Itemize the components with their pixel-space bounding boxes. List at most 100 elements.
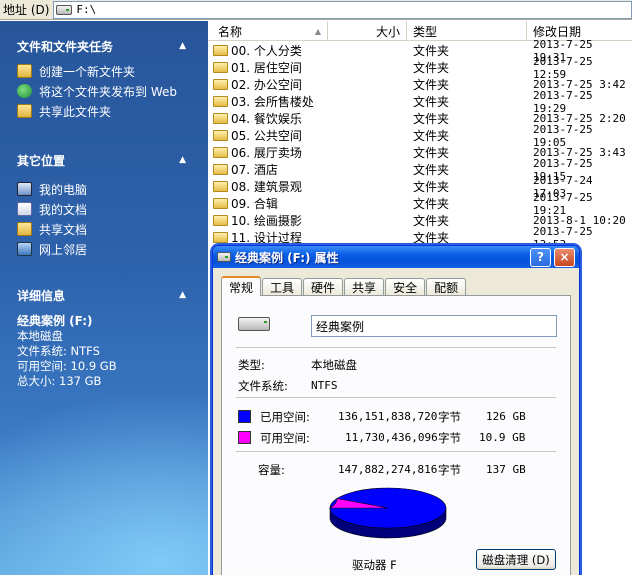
list-item[interactable]: 11. 设计过程 文件夹 2013-7-25 13:53: [208, 225, 632, 251]
place-label: 我的文档: [39, 202, 88, 217]
dialog-titlebar[interactable]: 经典案例 (F:) 属性 ? ×: [213, 246, 579, 268]
item-name: 06. 展厅卖场: [231, 146, 302, 160]
task-label: 将这个文件夹发布到 Web: [39, 84, 177, 99]
place-my-computer[interactable]: 我的电脑: [0, 179, 208, 199]
drive-label: 驱动器 F: [352, 558, 397, 572]
tab-sharing[interactable]: 共享: [344, 278, 385, 296]
free-label: 可用空间:: [260, 431, 310, 445]
close-button[interactable]: ×: [554, 247, 575, 267]
item-type: 文件夹: [413, 146, 450, 160]
task-pane: 文件和文件夹任务 ▲ 创建一个新文件夹 将这个文件夹发布到 Web 共享此文件夹…: [0, 21, 208, 575]
details-total-size: 总大小: 137 GB: [17, 374, 102, 388]
item-type: 文件夹: [413, 180, 450, 194]
folder-icon: [213, 164, 228, 175]
details-header[interactable]: 详细信息 ▲: [0, 282, 208, 308]
address-label: 地址 (D): [3, 3, 50, 17]
disk-cleanup-button[interactable]: 磁盘清理 (D): [476, 549, 556, 570]
dialog-title: 经典案例 (F:) 属性: [235, 250, 339, 265]
other-places-title: 其它位置: [17, 153, 66, 168]
help-button[interactable]: ?: [530, 247, 551, 267]
column-size-label: 大小: [375, 24, 400, 39]
item-name: 00. 个人分类: [231, 44, 302, 58]
item-name: 01. 居住空间: [231, 61, 302, 75]
details-drive-name: 经典案例 (F:): [17, 314, 93, 328]
collapse-chevron-icon[interactable]: ▲: [179, 290, 186, 300]
volume-name-input[interactable]: 经典案例: [311, 315, 557, 337]
list-item[interactable]: 01. 居住空间 文件夹 2013-7-25 12:59: [208, 55, 632, 81]
separator: [236, 451, 556, 452]
folder-icon: [213, 147, 228, 158]
item-type: 文件夹: [413, 78, 450, 92]
used-unit: 字节: [438, 410, 461, 424]
details-drive-type: 本地磁盘: [17, 329, 63, 343]
share-folder-icon: [17, 104, 32, 118]
used-space-swatch: [238, 410, 251, 423]
address-bar: 地址 (D) F:\: [0, 0, 632, 20]
column-header-type[interactable]: 类型: [407, 21, 527, 41]
separator: [236, 347, 556, 348]
list-rows: 00. 个人分类 文件夹 2013-7-25 19:31 01. 居住空间 文件夹 20…: [208, 38, 632, 251]
folder-icon: [213, 62, 228, 73]
used-bytes: 136,151,838,720: [338, 410, 438, 423]
place-my-documents[interactable]: 我的文档: [0, 199, 208, 219]
details-file-system: 文件系统: NTFS: [17, 344, 100, 358]
address-path: F:\: [76, 3, 97, 16]
column-header-size[interactable]: 大小: [328, 21, 407, 41]
place-shared-documents[interactable]: 共享文档: [0, 219, 208, 239]
tab-hardware[interactable]: 硬件: [303, 278, 344, 296]
folder-icon: [213, 215, 228, 226]
task-label: 共享此文件夹: [39, 104, 112, 119]
place-label: 网上邻居: [39, 242, 88, 257]
details-free-space: 可用空间: 10.9 GB: [17, 359, 117, 373]
drive-icon: [217, 252, 231, 262]
details-section: 详细信息 ▲ 经典案例 (F:) 本地磁盘 文件系统: NTFS 可用空间: 1…: [0, 282, 208, 389]
task-publish-web[interactable]: 将这个文件夹发布到 Web: [0, 81, 208, 101]
item-name: 07. 酒店: [231, 163, 278, 177]
details-title: 详细信息: [17, 288, 66, 303]
item-type: 文件夹: [413, 112, 450, 126]
item-modified: 2013-7-25 12:59: [533, 54, 593, 81]
other-places-header[interactable]: 其它位置 ▲: [0, 147, 208, 173]
column-header-name[interactable]: 名称 ▲: [208, 21, 328, 41]
item-type: 文件夹: [413, 163, 450, 177]
folder-icon: [213, 79, 228, 90]
place-label: 我的电脑: [39, 182, 88, 197]
details-body: 经典案例 (F:) 本地磁盘 文件系统: NTFS 可用空间: 10.9 GB …: [0, 314, 208, 389]
type-label: 类型:: [238, 358, 265, 372]
free-unit: 字节: [438, 431, 461, 445]
tab-general[interactable]: 常规: [221, 276, 262, 296]
collapse-chevron-icon[interactable]: ▲: [179, 41, 186, 51]
place-label: 共享文档: [39, 222, 88, 237]
item-name: 10. 绘画摄影: [231, 214, 302, 228]
drive-icon: [56, 4, 73, 15]
fs-label: 文件系统:: [238, 379, 288, 393]
list-item[interactable]: 09. 合辑 文件夹 2013-7-25 19:21: [208, 191, 632, 217]
item-name: 03. 会所售楼处: [231, 95, 314, 109]
list-item[interactable]: 03. 会所售楼处 文件夹 2013-7-25 19:29: [208, 89, 632, 115]
address-input[interactable]: F:\: [53, 0, 632, 19]
type-value: 本地磁盘: [311, 358, 357, 372]
drive-large-icon: [238, 317, 270, 331]
tab-quota[interactable]: 配额: [426, 278, 467, 296]
usage-pie-chart: [328, 487, 447, 539]
task-new-folder[interactable]: 创建一个新文件夹: [0, 61, 208, 81]
item-name: 11. 设计过程: [231, 231, 302, 245]
list-item[interactable]: 05. 公共空间 文件夹 2013-7-25 19:05: [208, 123, 632, 149]
task-share-folder[interactable]: 共享此文件夹: [0, 101, 208, 121]
place-network[interactable]: 网上邻居: [0, 239, 208, 259]
collapse-chevron-icon[interactable]: ▲: [179, 155, 186, 165]
file-tasks-header[interactable]: 文件和文件夹任务 ▲: [0, 33, 208, 59]
other-places-section: 其它位置 ▲ 我的电脑 我的文档 共享文档 网上邻居: [0, 147, 208, 259]
item-name: 02. 办公空间: [231, 78, 302, 92]
folder-icon: [213, 96, 228, 107]
sort-ascending-icon: ▲: [314, 26, 321, 36]
item-name: 05. 公共空间: [231, 129, 302, 143]
item-type: 文件夹: [413, 95, 450, 109]
column-type-label: 类型: [413, 24, 438, 39]
item-type: 文件夹: [413, 214, 450, 228]
capacity-gb: 137 GB: [486, 463, 526, 476]
folder-icon: [213, 130, 228, 141]
file-tasks-title: 文件和文件夹任务: [17, 39, 114, 54]
tab-security[interactable]: 安全: [385, 278, 426, 296]
tab-tools[interactable]: 工具: [262, 278, 303, 296]
